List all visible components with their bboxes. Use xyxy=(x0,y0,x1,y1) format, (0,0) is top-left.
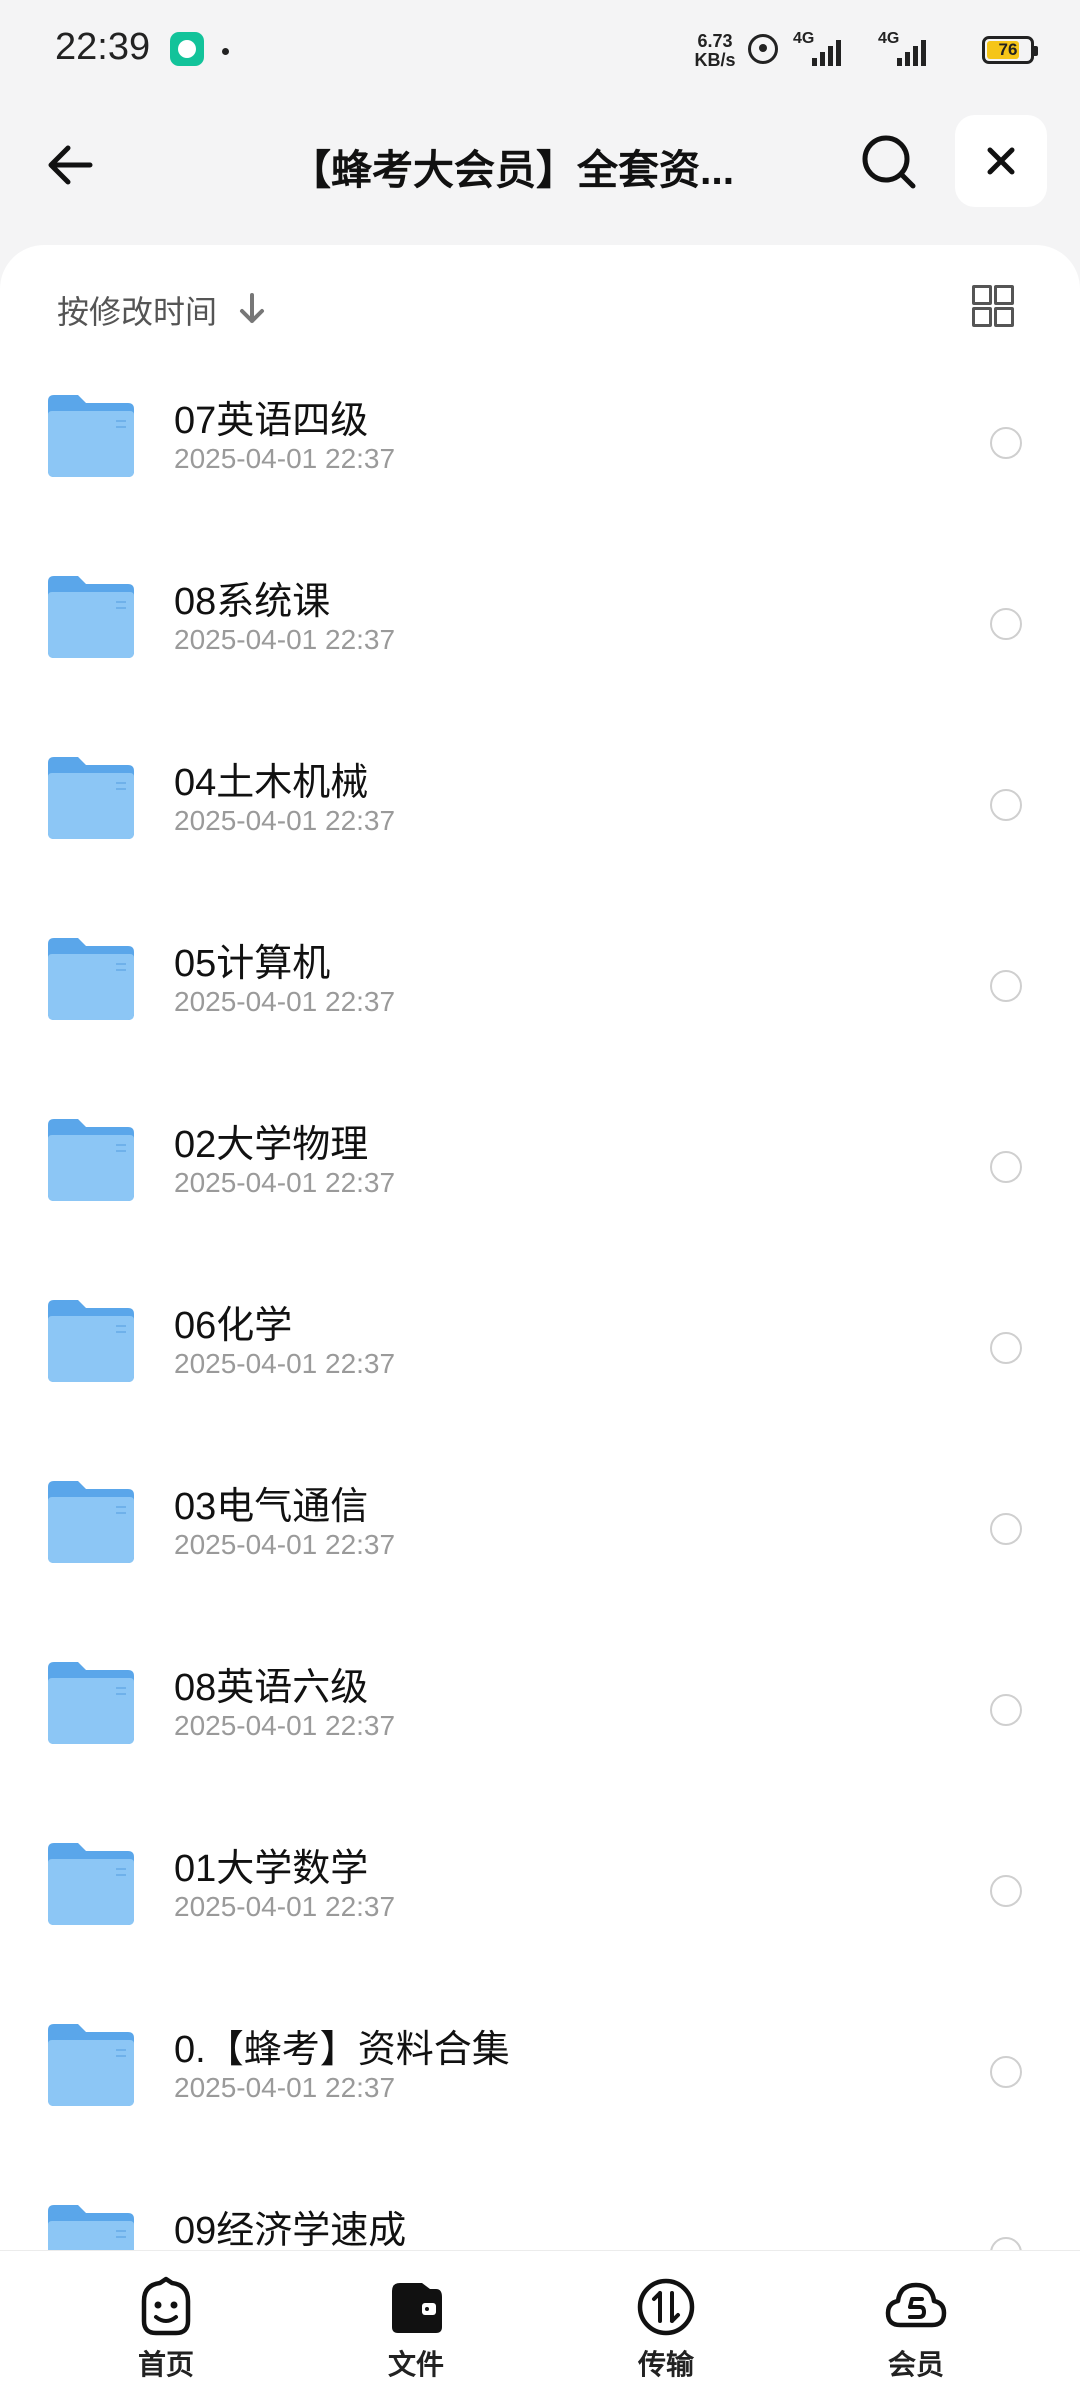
file-modified-date: 2025-04-01 22:37 xyxy=(174,2072,396,2103)
notification-app-icon xyxy=(170,32,204,66)
file-name: 04土木机械 xyxy=(174,762,369,804)
smiley-home-icon xyxy=(141,2276,191,2336)
status-indicators: 6.73 KB/s 4G 4G 76 xyxy=(660,0,1080,100)
select-checkbox[interactable] xyxy=(990,1332,1022,1364)
file-list-item[interactable]: 05计算机 2025-04-01 22:37 xyxy=(0,878,1080,1059)
file-list: 07英语四级 2025-04-01 22:37 08系统课 2025-04-01 22… xyxy=(0,335,1080,2275)
network-speed-value: 6.73 xyxy=(697,31,733,51)
folder-icon xyxy=(48,1481,134,1563)
select-checkbox[interactable] xyxy=(990,1513,1022,1545)
file-modified-date: 2025-04-01 22:37 xyxy=(174,1348,396,1379)
file-list-item[interactable]: 01大学数学 2025-04-01 22:37 xyxy=(0,1783,1080,1964)
file-list-item[interactable]: 08系统课 2025-04-01 22:37 xyxy=(0,516,1080,697)
folder-icon xyxy=(48,938,134,1020)
nav-member[interactable]: 会员 xyxy=(816,2251,1016,2401)
folder-icon xyxy=(48,1300,134,1382)
select-checkbox[interactable] xyxy=(990,1875,1022,1907)
file-list-item[interactable]: 07英语四级 2025-04-01 22:37 xyxy=(0,335,1080,516)
nav-home[interactable]: 首页 xyxy=(66,2251,266,2401)
file-name: 07英语四级 xyxy=(174,400,369,442)
nav-transfer[interactable]: 传输 xyxy=(566,2251,766,2401)
file-modified-date: 2025-04-01 22:37 xyxy=(174,805,396,836)
folder-icon xyxy=(48,1843,134,1925)
select-checkbox[interactable] xyxy=(990,1694,1022,1726)
wallet-file-icon xyxy=(392,2283,442,2333)
bottom-nav: 首页 文件 传输 会员 xyxy=(0,2250,1080,2401)
file-list-item[interactable]: 0.【蜂考】资料合集 2025-04-01 22:37 xyxy=(0,1964,1080,2145)
file-modified-date: 2025-04-01 22:37 xyxy=(174,443,396,474)
network-speed-unit: KB/s xyxy=(694,50,736,70)
search-button[interactable] xyxy=(855,128,925,198)
folder-icon xyxy=(48,576,134,658)
close-icon xyxy=(987,147,1015,175)
file-name: 08英语六级 xyxy=(174,1667,369,1709)
file-modified-date: 2025-04-01 22:37 xyxy=(174,1529,396,1560)
select-checkbox[interactable] xyxy=(990,1151,1022,1183)
transfer-icon xyxy=(637,2278,695,2336)
folder-icon xyxy=(48,2024,134,2106)
folder-icon xyxy=(48,1119,134,1201)
file-name: 02大学物理 xyxy=(174,1124,369,1166)
wifi-icon xyxy=(748,34,778,64)
sort-by-modified-time[interactable]: 按修改时间 xyxy=(57,287,217,333)
file-name: 01大学数学 xyxy=(174,1848,369,1890)
file-modified-date: 2025-04-01 22:37 xyxy=(174,986,396,1017)
battery-level: 76 xyxy=(998,40,1018,59)
file-name: 05计算机 xyxy=(174,943,331,985)
notification-dot-icon xyxy=(222,48,229,55)
file-modified-date: 2025-04-01 22:37 xyxy=(174,1167,396,1198)
folder-icon xyxy=(48,1662,134,1744)
file-list-item[interactable]: 02大学物理 2025-04-01 22:37 xyxy=(0,1059,1080,1240)
nav-member-label: 会员 xyxy=(887,2349,944,2380)
file-browser-panel: 按修改时间 07英语四级 2025-04-01 22:37 08系统课 2025-04… xyxy=(0,245,1080,2275)
page-title: 【蜂考大会员】全套资... xyxy=(290,147,735,193)
file-name: 06化学 xyxy=(174,1305,293,1347)
signal-2-bars-icon xyxy=(897,36,933,66)
search-icon xyxy=(862,135,916,189)
file-name: 09经济学速成 xyxy=(174,2210,407,2252)
arrow-left-icon xyxy=(48,145,93,185)
file-list-item[interactable]: 08英语六级 2025-04-01 22:37 xyxy=(0,1602,1080,1783)
select-checkbox[interactable] xyxy=(990,2056,1022,2088)
back-button[interactable] xyxy=(40,130,110,200)
network-speed: 6.73 KB/s xyxy=(690,32,740,70)
folder-icon xyxy=(48,757,134,839)
cloud-member-icon xyxy=(885,2282,947,2328)
status-time: 22:39 xyxy=(55,26,151,68)
select-checkbox[interactable] xyxy=(990,970,1022,1002)
nav-files[interactable]: 文件 xyxy=(316,2251,516,2401)
file-name: 03电气通信 xyxy=(174,1486,369,1528)
status-bar: 22:39 6.73 KB/s 4G 4G 76 xyxy=(0,0,1080,100)
file-list-item[interactable]: 04土木机械 2025-04-01 22:37 xyxy=(0,697,1080,878)
file-modified-date: 2025-04-01 22:37 xyxy=(174,624,396,655)
folder-icon xyxy=(48,395,134,477)
top-app-bar: 【蜂考大会员】全套资... xyxy=(0,100,1080,230)
file-name: 08系统课 xyxy=(174,581,331,623)
nav-transfer-label: 传输 xyxy=(637,2349,694,2380)
select-checkbox[interactable] xyxy=(990,427,1022,459)
file-list-item[interactable]: 06化学 2025-04-01 22:37 xyxy=(0,1240,1080,1421)
file-list-item[interactable]: 03电气通信 2025-04-01 22:37 xyxy=(0,1421,1080,1602)
file-modified-date: 2025-04-01 22:37 xyxy=(174,1891,396,1922)
grid-view-toggle[interactable] xyxy=(972,285,1016,329)
nav-files-label: 文件 xyxy=(387,2349,444,2380)
arrow-down-icon[interactable] xyxy=(236,289,268,329)
close-button[interactable] xyxy=(955,115,1047,207)
file-name: 0.【蜂考】资料合集 xyxy=(174,2029,510,2071)
battery-icon: 76 xyxy=(982,36,1038,64)
signal-1-bars-icon xyxy=(812,36,848,66)
file-modified-date: 2025-04-01 22:37 xyxy=(174,1710,396,1741)
select-checkbox[interactable] xyxy=(990,608,1022,640)
nav-home-label: 首页 xyxy=(137,2349,194,2380)
select-checkbox[interactable] xyxy=(990,789,1022,821)
